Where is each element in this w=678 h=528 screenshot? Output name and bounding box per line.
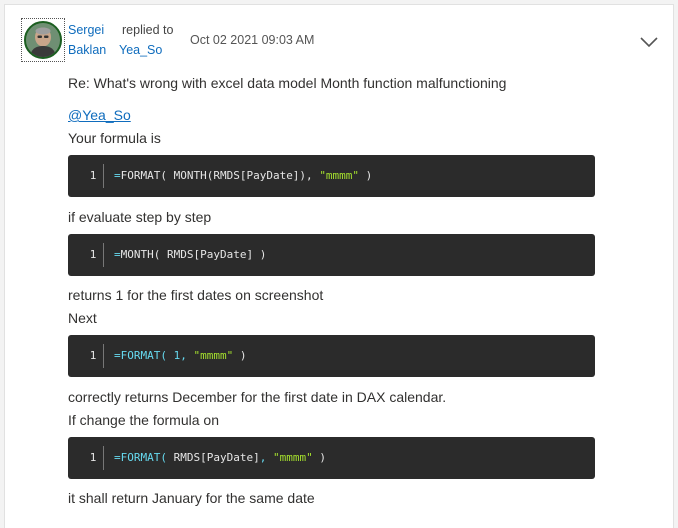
code-block[interactable]: 1 =FORMAT( MONTH(RMDS[PayDate]), "mmmm" … — [68, 155, 595, 197]
code-token: FORMAT( — [120, 349, 174, 362]
avatar-focus-frame[interactable] — [21, 18, 65, 62]
post-paragraph: if evaluate step by step — [68, 209, 212, 225]
code-line-number: 1 — [89, 349, 97, 362]
code-token: = — [114, 169, 121, 182]
code-token: MONTH( RMDS[PayDate] ) — [120, 248, 267, 261]
code-gutter-divider — [103, 446, 104, 470]
code-line: =FORMAT( 1, "mmmm" ) — [114, 349, 246, 362]
post-paragraph: returns 1 for the first dates on screens… — [68, 287, 324, 303]
post-paragraph: If change the formula on — [68, 412, 219, 428]
code-token: , — [259, 451, 273, 464]
code-gutter-divider — [103, 164, 104, 188]
code-line: =MONTH( RMDS[PayDate] ) — [114, 248, 266, 261]
code-token: RMDS[PayDate] — [173, 451, 260, 464]
post-subject: Re: What's wrong with excel data model M… — [68, 75, 507, 91]
code-line-number: 1 — [89, 451, 97, 464]
post-timestamp: Oct 02 2021 09:03 AM — [190, 33, 315, 47]
author-last-name[interactable]: Baklan — [68, 43, 106, 57]
post-paragraph: correctly returns December for the first… — [68, 389, 447, 405]
code-token: = — [114, 451, 121, 464]
code-line-number: 1 — [89, 169, 97, 182]
code-token: ) — [359, 169, 373, 182]
mention-link[interactable]: @Yea_So — [68, 107, 131, 123]
code-token: "mmmm" — [193, 349, 234, 362]
code-token: ) — [312, 451, 326, 464]
code-line: =FORMAT( RMDS[PayDate], "mmmm" ) — [114, 451, 326, 464]
post-paragraph: Next — [68, 310, 97, 326]
code-gutter-divider — [103, 243, 104, 267]
replied-to-label: replied to — [122, 23, 174, 37]
code-line-number: 1 — [89, 248, 97, 261]
code-token: FORMAT( — [120, 451, 174, 464]
replied-to-user-link[interactable]: Yea_So — [119, 43, 162, 57]
code-token: , — [180, 349, 194, 362]
user-avatar-icon — [26, 23, 60, 57]
code-block[interactable]: 1 =FORMAT( RMDS[PayDate], "mmmm" ) — [68, 437, 595, 479]
code-gutter-divider — [103, 344, 104, 368]
code-line: =FORMAT( MONTH(RMDS[PayDate]), "mmmm" ) — [114, 169, 372, 182]
code-token: FORMAT( MONTH(RMDS[PayDate]), — [120, 169, 320, 182]
code-token: = — [114, 248, 121, 261]
code-token: "mmmm" — [272, 451, 313, 464]
post-paragraph: it shall return January for the same dat… — [68, 490, 315, 506]
code-token: = — [114, 349, 121, 362]
author-first-name[interactable]: Sergei — [68, 23, 104, 37]
code-token: "mmmm" — [319, 169, 360, 182]
code-token: ) — [233, 349, 247, 362]
avatar[interactable] — [24, 21, 62, 59]
post-paragraph: Your formula is — [68, 130, 161, 146]
code-block[interactable]: 1 =FORMAT( 1, "mmmm" ) — [68, 335, 595, 377]
code-block[interactable]: 1 =MONTH( RMDS[PayDate] ) — [68, 234, 595, 276]
chevron-down-icon[interactable] — [639, 35, 659, 49]
forum-reply-card: Sergei Baklan replied to Yea_So Oct 02 2… — [4, 4, 674, 528]
